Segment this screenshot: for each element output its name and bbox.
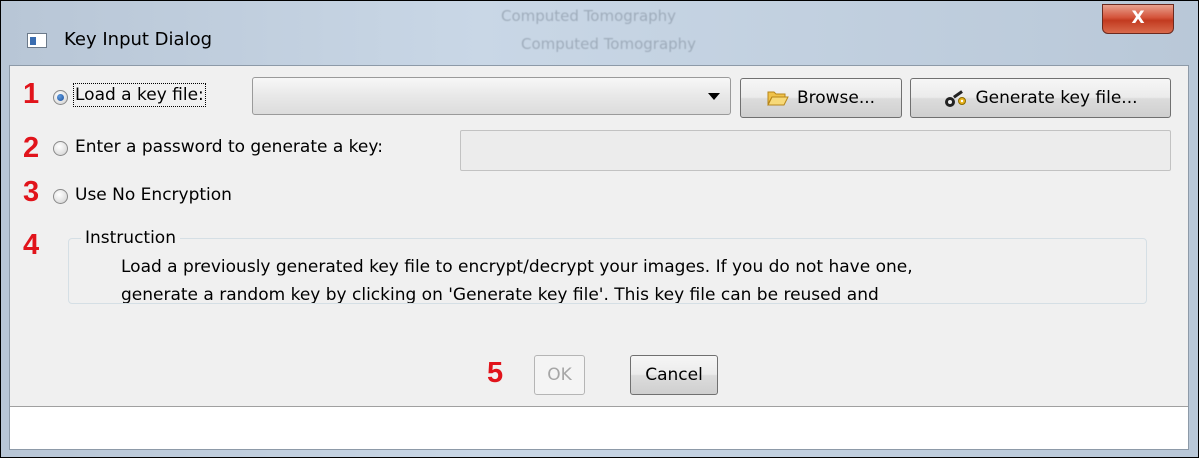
key-file-combobox[interactable] [252, 77, 731, 115]
marker-2: 2 [23, 132, 40, 164]
instruction-text-area: Load a previously generated key file to … [69, 247, 1145, 303]
browse-button-label: Browse... [796, 88, 876, 108]
chevron-down-icon [708, 93, 720, 100]
key-gear-icon [945, 90, 967, 107]
instruction-line: generate a random key by clicking on 'Ge… [121, 285, 879, 303]
window-title: Key Input Dialog [64, 29, 213, 50]
marker-5: 5 [487, 357, 504, 389]
password-input[interactable] [460, 130, 1171, 171]
browse-button[interactable]: Browse... [740, 78, 902, 118]
close-button[interactable]: X [1102, 4, 1174, 34]
status-bar [10, 406, 1188, 449]
marker-1: 1 [23, 78, 40, 110]
instruction-line: Load a previously generated key file to … [121, 257, 913, 277]
load-key-file-label[interactable]: Load a key file: [73, 83, 206, 107]
instruction-title: Instruction [81, 228, 180, 248]
app-window-icon [27, 33, 47, 48]
generate-key-file-label: Generate key file... [975, 88, 1138, 108]
dialog-window: Computed Tomography Computed Tomography … [0, 0, 1199, 458]
cancel-button[interactable]: Cancel [630, 355, 718, 395]
marker-4: 4 [23, 229, 40, 261]
folder-open-icon [767, 91, 789, 106]
marker-3: 3 [23, 176, 40, 208]
load-key-file-radio[interactable] [53, 90, 68, 105]
ok-button[interactable]: OK [534, 355, 585, 395]
no-encryption-label[interactable]: Use No Encryption [75, 185, 232, 205]
generate-key-file-button[interactable]: Generate key file... [910, 78, 1171, 118]
password-radio[interactable] [53, 141, 68, 156]
no-encryption-radio[interactable] [53, 189, 68, 204]
password-label[interactable]: Enter a password to generate a key: [75, 137, 383, 157]
